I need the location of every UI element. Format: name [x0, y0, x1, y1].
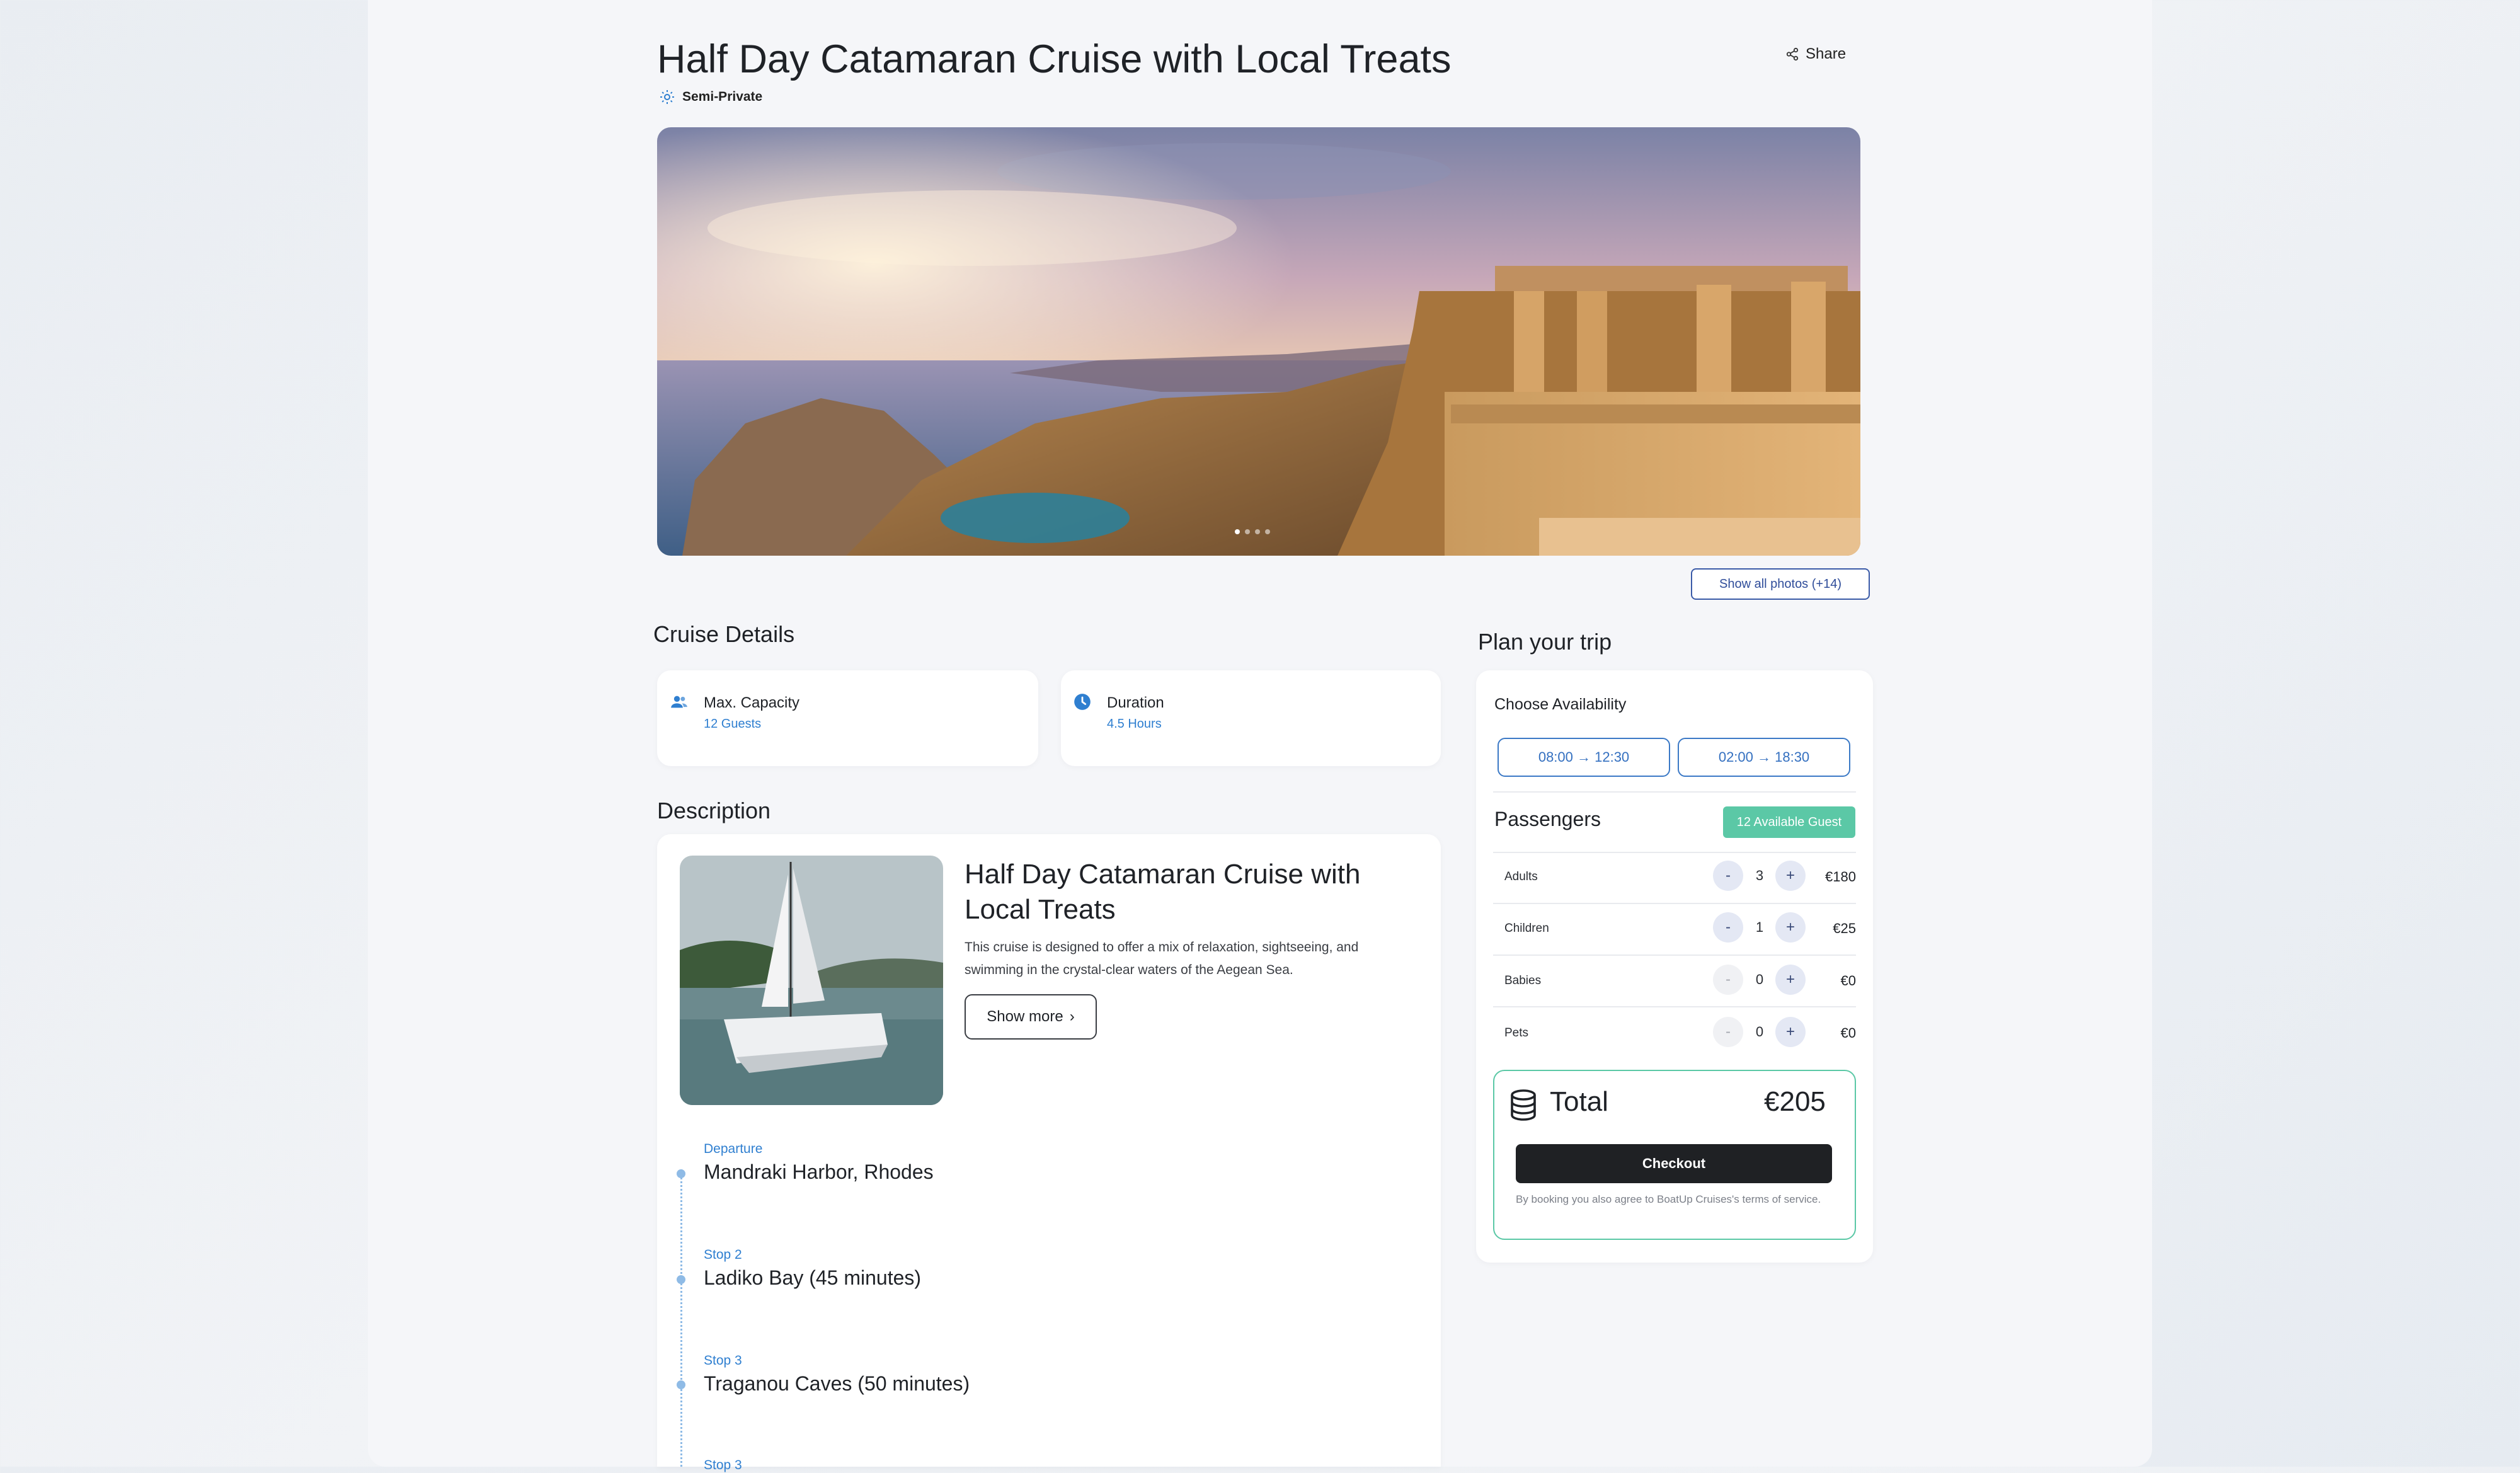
passenger-type-label: Pets: [1504, 1026, 1529, 1040]
sun-icon: [660, 90, 674, 104]
stop-name: Ladiko Bay (45 minutes): [704, 1266, 922, 1289]
stop-name: Traganou Caves (50 minutes): [704, 1372, 970, 1395]
page-title: Half Day Catamaran Cruise with Local Tre…: [657, 37, 1452, 81]
cruise-details-heading: Cruise Details: [653, 621, 795, 647]
duration-label: Duration: [1107, 694, 1164, 711]
badge-label: Semi-Private: [682, 89, 763, 104]
increment-button[interactable]: +: [1775, 965, 1806, 995]
stop-label: Stop 3: [704, 1353, 742, 1368]
stop-label: Departure: [704, 1142, 763, 1156]
divider: [1493, 1006, 1856, 1007]
share-button[interactable]: Share: [1785, 45, 1846, 63]
stop-name: Mandraki Harbor, Rhodes: [704, 1161, 934, 1183]
carousel-dots[interactable]: [1235, 529, 1270, 534]
passenger-count: 0: [1755, 1024, 1764, 1040]
itinerary-stop: Departure Mandraki Harbor, Rhodes: [704, 1142, 934, 1184]
coins-icon: [1508, 1089, 1538, 1125]
divider: [1493, 903, 1856, 904]
passenger-count: 1: [1755, 919, 1764, 935]
stop-dot: [677, 1275, 685, 1284]
passengers-title: Passengers: [1494, 808, 1601, 830]
capacity-label: Max. Capacity: [704, 694, 800, 711]
increment-button[interactable]: +: [1775, 861, 1806, 891]
passenger-price: €180: [1825, 869, 1856, 885]
description-title: Half Day Catamaran Cruise with Local Tre…: [965, 859, 1361, 925]
passenger-count: 0: [1755, 971, 1764, 987]
duration-info: Duration 4.5 Hours: [1107, 694, 1164, 731]
passenger-price: €25: [1833, 920, 1856, 936]
chevron-right-icon: ›: [1069, 1008, 1075, 1025]
passenger-type-label: Children: [1504, 922, 1549, 935]
decrement-button[interactable]: -: [1713, 965, 1743, 995]
carousel-dot[interactable]: [1245, 529, 1250, 534]
description-text: This cruise is designed to offer a mix o…: [965, 940, 1359, 977]
total-label: Total: [1550, 1086, 1608, 1117]
plan-heading: Plan your trip: [1478, 629, 1612, 655]
divider: [1493, 791, 1856, 793]
itinerary-stop: Stop 3 Traganou Caves (50 minutes): [704, 1353, 970, 1396]
share-icon: [1786, 47, 1799, 61]
increment-button[interactable]: +: [1775, 1017, 1806, 1047]
temple-coast-photo: [657, 127, 1860, 556]
stop-dot: [677, 1380, 685, 1389]
checkout-button[interactable]: Checkout: [1516, 1144, 1832, 1183]
time-slot-button[interactable]: 02:00 → 18:30: [1678, 738, 1850, 777]
hero-image[interactable]: [657, 127, 1860, 556]
decrement-button[interactable]: -: [1713, 912, 1743, 943]
decrement-button[interactable]: -: [1713, 1017, 1743, 1047]
description-heading: Description: [657, 798, 771, 823]
show-all-photos-button[interactable]: Show all photos (+14): [1691, 568, 1870, 600]
passenger-count: 3: [1755, 868, 1764, 883]
catamaran-photo: [680, 856, 943, 1105]
passenger-type-label: Babies: [1504, 974, 1542, 987]
increment-button[interactable]: +: [1775, 912, 1806, 943]
divider: [1493, 954, 1856, 956]
share-label: Share: [1806, 45, 1847, 62]
itinerary-stop: Stop 3: [704, 1458, 742, 1473]
decrement-button[interactable]: -: [1713, 861, 1743, 891]
divider: [1493, 852, 1856, 853]
show-more-button[interactable]: Show more ›: [965, 994, 1097, 1040]
carousel-dot[interactable]: [1265, 529, 1270, 534]
choose-availability-label: Choose Availability: [1494, 696, 1627, 713]
stop-label: Stop 3: [704, 1458, 742, 1472]
total-value: €205: [1764, 1086, 1826, 1117]
show-more-label: Show more: [987, 1008, 1063, 1025]
capacity-value: 12 Guests: [704, 717, 762, 731]
itinerary-stop: Stop 2 Ladiko Bay (45 minutes): [704, 1247, 921, 1290]
available-guests-badge: 12 Available Guest: [1723, 806, 1855, 838]
capacity-info: Max. Capacity 12 Guests: [704, 694, 799, 731]
passenger-price: €0: [1840, 973, 1856, 989]
privacy-badge: Semi-Private: [660, 89, 762, 105]
passenger-type-label: Adults: [1504, 870, 1538, 883]
stop-label: Stop 2: [704, 1247, 742, 1262]
carousel-dot[interactable]: [1255, 529, 1260, 534]
stop-dot: [677, 1169, 685, 1178]
terms-text: By booking you also agree to BoatUp Crui…: [1516, 1193, 1821, 1205]
time-slot-button[interactable]: 08:00 → 12:30: [1498, 738, 1670, 777]
users-icon: [670, 693, 688, 714]
itinerary-line: [680, 1169, 682, 1467]
duration-value: 4.5 Hours: [1107, 717, 1162, 731]
carousel-dot[interactable]: [1235, 529, 1240, 534]
clock-icon: [1074, 693, 1091, 714]
passenger-price: €0: [1840, 1025, 1856, 1041]
